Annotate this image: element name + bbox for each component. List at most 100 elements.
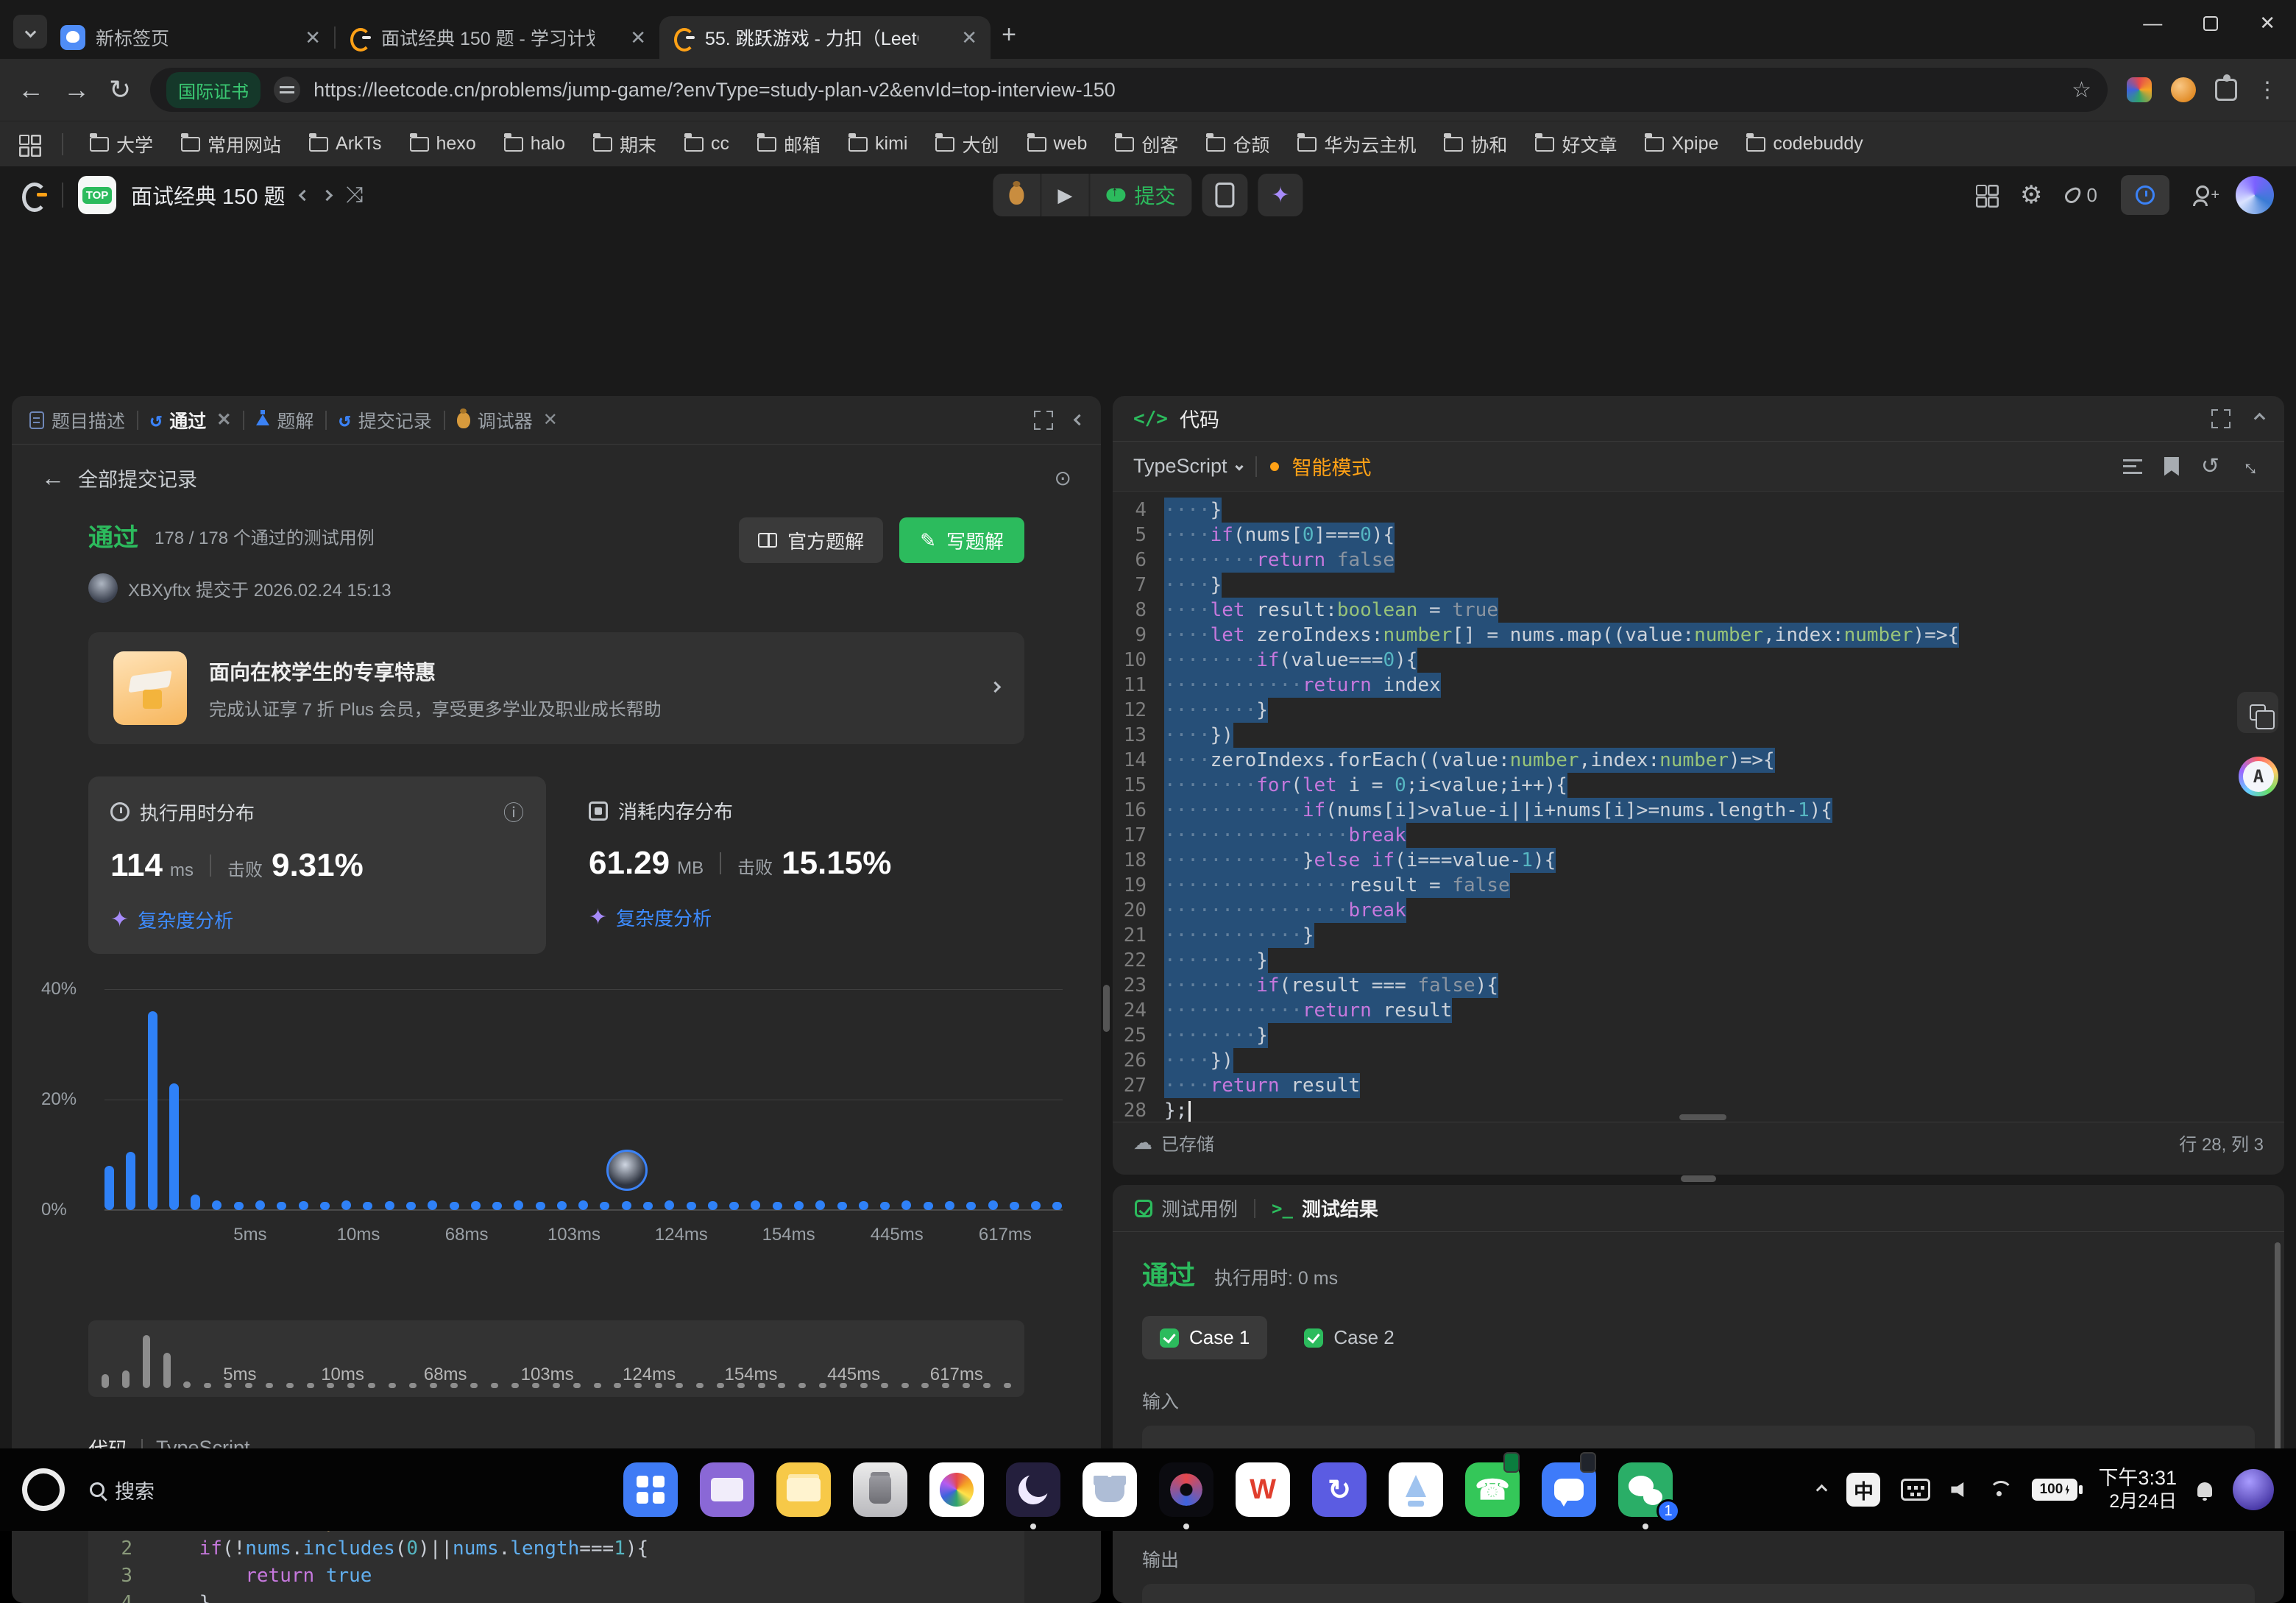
bookmark-folder[interactable]: 仓颉 <box>1197 131 1278 158</box>
bookmark-folder[interactable]: 邮箱 <box>748 131 829 158</box>
dock-app-mascot[interactable] <box>1083 1462 1137 1517</box>
launcher-button[interactable] <box>22 1468 65 1511</box>
reload-button[interactable]: ↻ <box>109 74 131 105</box>
editor-side-compare-button[interactable] <box>2237 692 2278 733</box>
fullscreen-icon[interactable] <box>2211 409 2231 428</box>
histogram-bar[interactable] <box>341 1200 351 1210</box>
histogram-bar[interactable] <box>880 1202 890 1210</box>
wifi-icon[interactable] <box>1989 1481 2011 1498</box>
extension-icon-orange[interactable] <box>2171 77 2196 102</box>
author-avatar[interactable] <box>88 573 118 603</box>
collapse-panel-icon[interactable] <box>1074 414 1085 426</box>
bookmark-folder[interactable]: 创客 <box>1106 131 1187 158</box>
histogram-bar[interactable] <box>773 1202 782 1210</box>
histogram-bar[interactable] <box>622 1201 631 1210</box>
close-button[interactable]: ✕ <box>2259 12 2275 35</box>
system-user-avatar[interactable] <box>2233 1469 2274 1510</box>
case-2-button[interactable]: Case 2 <box>1286 1316 1411 1359</box>
histogram-bar[interactable] <box>729 1202 739 1210</box>
bookmark-folder[interactable]: 常用网站 <box>172 131 290 158</box>
study-plan-icon[interactable]: TOP <box>78 176 116 214</box>
histogram-bar[interactable] <box>901 1200 911 1211</box>
gear-icon[interactable]: ⚙ <box>2020 180 2042 210</box>
dock-trash[interactable] <box>853 1462 907 1517</box>
smart-mode-label[interactable]: 智能模式 <box>1292 452 1372 481</box>
tab-close-icon[interactable]: ✕ <box>961 26 977 49</box>
author-name[interactable]: XBXyftx <box>128 581 191 601</box>
bookmark-folder[interactable]: cc <box>676 133 738 155</box>
tab-test-result[interactable]: >_测试结果 <box>1272 1195 1378 1222</box>
language-selector[interactable]: TypeScript <box>1133 455 1242 478</box>
browser-tab-studyplan[interactable]: 面试经典 150 题 - 学习计划 ✕ <box>336 16 659 59</box>
layout-grid-icon[interactable] <box>1976 185 1996 205</box>
test-panel-scrollbar[interactable] <box>2275 1242 2281 1463</box>
histogram-bar[interactable] <box>104 1166 114 1210</box>
dock-app-market[interactable] <box>623 1462 678 1517</box>
case-1-button[interactable]: Case 1 <box>1142 1316 1267 1359</box>
tab-problem-description[interactable]: 题目描述 <box>29 407 125 434</box>
histogram-bar[interactable] <box>945 1201 954 1210</box>
histogram-bar[interactable] <box>966 1202 976 1210</box>
bookmark-folder[interactable]: web <box>1018 133 1096 155</box>
official-solution-button[interactable]: 官方题解 <box>739 517 883 563</box>
histogram-bar[interactable] <box>557 1201 567 1210</box>
tab-submissions[interactable]: ↺提交记录 <box>339 407 431 434</box>
histogram-bar[interactable] <box>751 1200 760 1211</box>
info-icon[interactable]: ⓘ <box>503 797 524 827</box>
shuffle-icon[interactable]: ⤨ <box>346 183 364 208</box>
bookmark-folder[interactable]: kimi <box>840 133 916 155</box>
bookmark-folder[interactable]: 大创 <box>926 131 1007 158</box>
histogram-bar[interactable] <box>277 1202 286 1210</box>
dock-browser-circle[interactable]: ↻ <box>1312 1462 1367 1517</box>
share-link-icon[interactable]: ⊙ <box>1055 466 1071 490</box>
histogram-bar[interactable] <box>708 1201 718 1210</box>
dock-app-swirl[interactable] <box>1159 1462 1213 1517</box>
url-text[interactable]: https://leetcode.cn/problems/jump-game/?… <box>313 79 2058 102</box>
complexity-analysis-link[interactable]: ✦复杂度分析 <box>110 906 524 933</box>
tray-expand-icon[interactable] <box>1816 1484 1828 1496</box>
back-arrow-icon[interactable]: ← <box>41 464 65 492</box>
bookmark-folder[interactable]: halo <box>495 133 574 155</box>
site-settings-icon[interactable] <box>274 77 300 103</box>
histogram-bar[interactable] <box>815 1200 825 1210</box>
browser-tab-active[interactable]: 55. 跳跃游戏 - 力扣（LeetC ✕ <box>659 16 991 59</box>
histogram-bar[interactable] <box>514 1200 523 1210</box>
leetcode-logo-icon[interactable] <box>22 180 47 210</box>
histogram-bar[interactable] <box>643 1202 653 1210</box>
editor-side-assistant-button[interactable]: A <box>2239 757 2278 796</box>
dock-phone[interactable]: ☎ <box>1465 1462 1520 1517</box>
debug-button[interactable] <box>993 174 1040 216</box>
back-button[interactable]: ← <box>18 74 44 105</box>
bookmark-folder[interactable]: 协和 <box>1435 131 1516 158</box>
histogram-bar[interactable] <box>924 1202 933 1210</box>
histogram-bar[interactable] <box>1031 1201 1041 1210</box>
histogram-bar[interactable] <box>428 1200 437 1211</box>
timer-button[interactable] <box>2121 175 2169 215</box>
user-avatar[interactable] <box>2236 176 2274 214</box>
dock-browser-dark[interactable] <box>1006 1462 1060 1517</box>
ai-assistant-button[interactable]: ✦ <box>1258 174 1303 216</box>
extensions-puzzle-icon[interactable] <box>2215 79 2237 101</box>
histogram-bar[interactable] <box>406 1202 416 1210</box>
dock-wechat[interactable]: 1 <box>1618 1462 1673 1517</box>
volume-icon[interactable] <box>1951 1481 1969 1498</box>
site-badge[interactable]: 国际证书 <box>166 72 261 108</box>
histogram-bar[interactable] <box>148 1011 157 1210</box>
cursor-position[interactable]: 行 28, 列 3 <box>2179 1130 2264 1156</box>
histogram-bar[interactable] <box>578 1200 588 1211</box>
complexity-analysis-link[interactable]: ✦复杂度分析 <box>589 904 1002 931</box>
histogram-bar[interactable] <box>665 1200 674 1210</box>
reset-code-icon[interactable]: ↺ <box>2201 453 2219 479</box>
chart-avatar-marker[interactable] <box>606 1150 648 1191</box>
histogram-bar[interactable] <box>859 1201 868 1210</box>
histogram-bar[interactable] <box>600 1202 609 1210</box>
histogram-bar[interactable] <box>988 1200 998 1210</box>
tab-search-button[interactable] <box>13 15 47 49</box>
tab-accepted[interactable]: ↺通过✕ <box>150 407 231 434</box>
histogram-bar[interactable] <box>126 1152 135 1210</box>
histogram-bar[interactable] <box>687 1202 696 1210</box>
chart-brush-minimap[interactable]: 5ms10ms68ms103ms124ms154ms445ms617ms <box>88 1320 1024 1397</box>
fullscreen-icon[interactable] <box>1034 411 1053 430</box>
bookmark-icon[interactable] <box>2164 457 2179 476</box>
tab-close-icon[interactable]: ✕ <box>216 409 231 431</box>
